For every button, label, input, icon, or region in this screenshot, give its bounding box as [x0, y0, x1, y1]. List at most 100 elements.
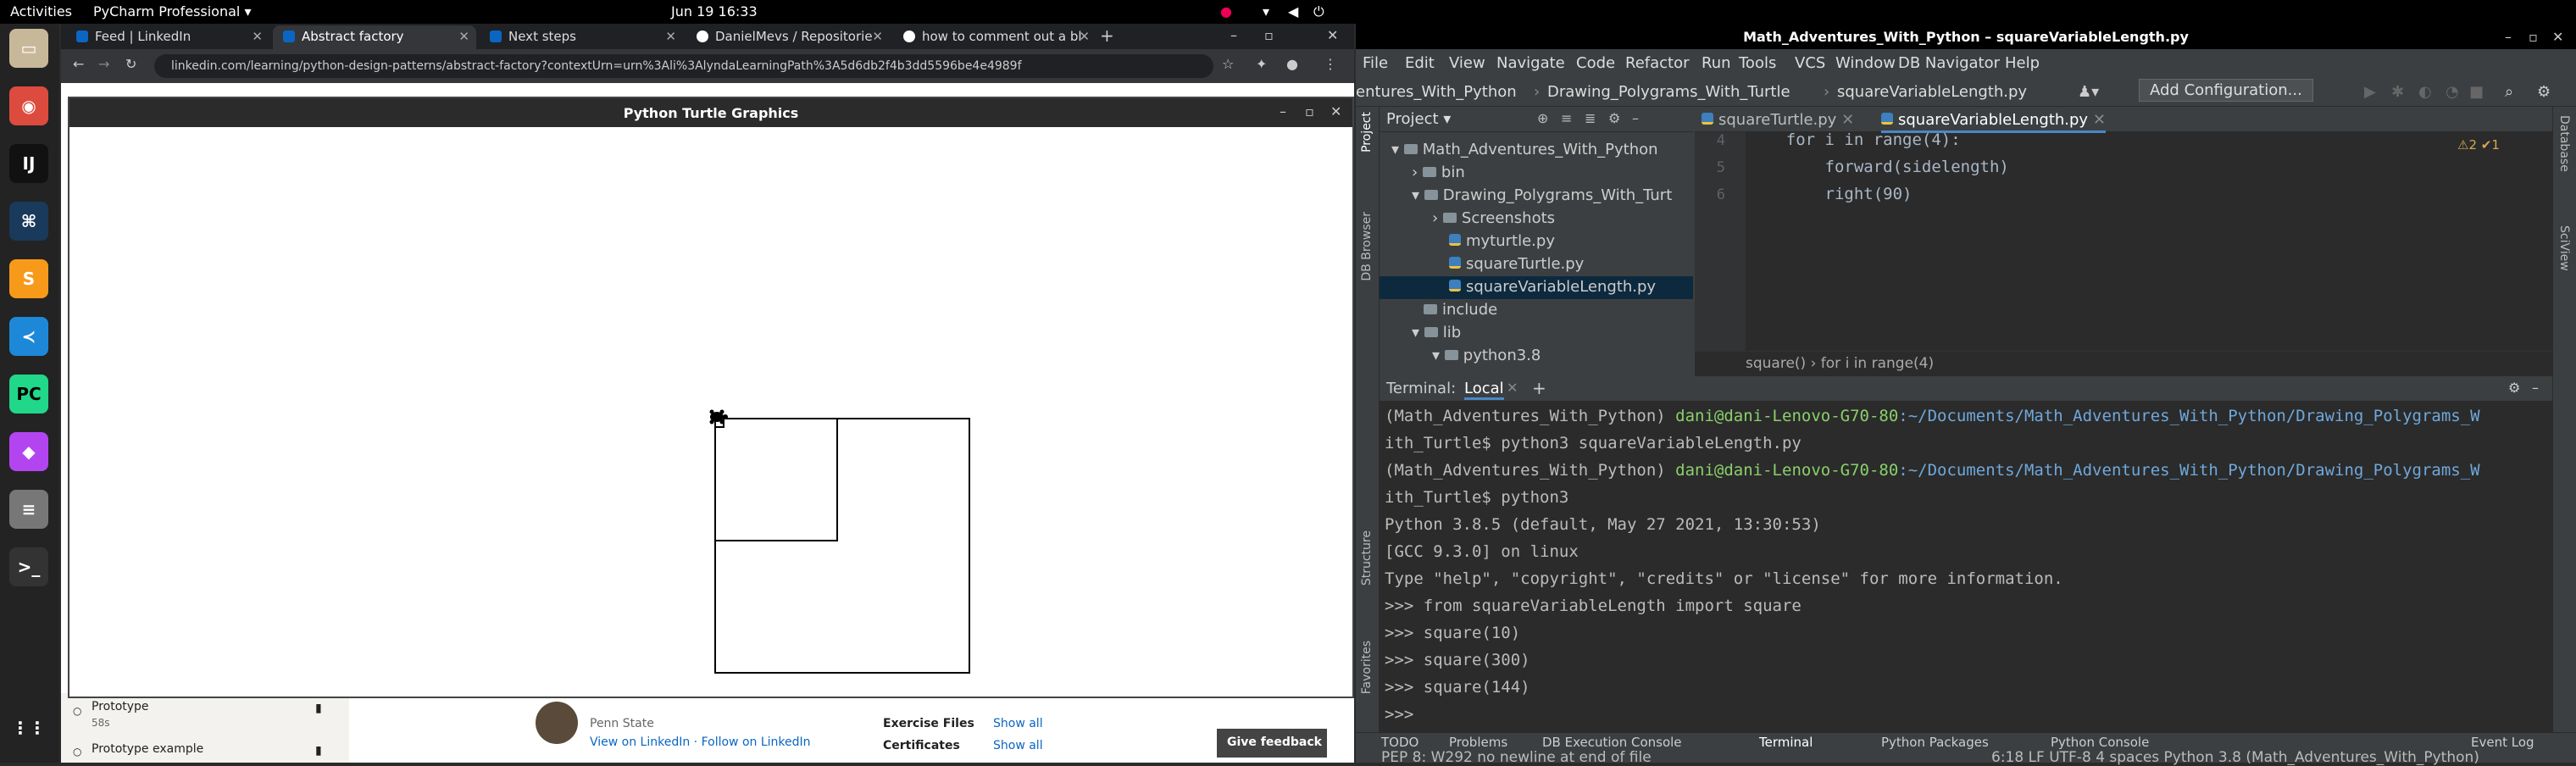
app-menu[interactable]: PyCharm Professional ▾: [93, 3, 251, 19]
settings-icon[interactable]: ⚙: [2537, 83, 2551, 101]
give-feedback-button[interactable]: Give feedback: [1217, 729, 1327, 758]
python-packages-tool-tab[interactable]: Python Packages: [1881, 735, 1989, 750]
terminal-icon[interactable]: >_: [9, 547, 48, 586]
tree-item[interactable]: myturtle.py: [1449, 232, 1555, 250]
extensions-icon[interactable]: ✦: [1256, 56, 1267, 72]
menu-view[interactable]: View: [1449, 54, 1485, 72]
tab-google[interactable]: how to comment out a bl ✕: [893, 25, 1096, 49]
minimize-icon[interactable]: –: [2505, 29, 2512, 45]
reload-icon[interactable]: ↻: [125, 56, 136, 72]
close-icon[interactable]: ✕: [1330, 103, 1341, 119]
collapse-all-icon[interactable]: ≣: [1585, 110, 1596, 126]
favorites-tool-tab[interactable]: Favorites: [1360, 641, 1374, 694]
close-icon[interactable]: ✕: [665, 29, 676, 44]
event-log-tool-tab[interactable]: Event Log: [2471, 735, 2534, 750]
pycharm-ce-icon[interactable]: ⌘: [9, 202, 48, 241]
files-icon[interactable]: ▭: [9, 29, 48, 68]
gear-icon[interactable]: ⚙: [2508, 380, 2520, 396]
menu-db-navigator[interactable]: DB Navigator: [1898, 54, 2000, 72]
debug-icon[interactable]: ✱: [2391, 83, 2404, 101]
inspection-widget[interactable]: ⚠2 ✔1: [2457, 137, 2500, 153]
project-tool-tab[interactable]: Project: [1360, 112, 1374, 153]
tab-feed[interactable]: Feed | LinkedIn ✕: [66, 25, 269, 49]
project-view-selector[interactable]: Project ▾: [1386, 110, 1451, 128]
db-browser-tool-tab[interactable]: DB Browser: [1360, 212, 1374, 281]
menu-vcs[interactable]: VCS: [1795, 54, 1825, 72]
chrome-icon[interactable]: ◉: [9, 86, 48, 125]
sciview-tool-tab[interactable]: SciView: [2557, 225, 2571, 271]
tree-item[interactable]: ▾ python3.8: [1432, 347, 1541, 364]
close-icon[interactable]: ✕: [2093, 111, 2106, 129]
database-icon[interactable]: ≡: [9, 490, 48, 529]
menu-code[interactable]: Code: [1576, 54, 1615, 72]
maximize-icon[interactable]: ▫: [1305, 103, 1314, 119]
maximize-icon[interactable]: ▫: [2529, 29, 2538, 45]
vscode-icon[interactable]: ≺: [9, 317, 48, 356]
code-line[interactable]: for i in range(4):: [1747, 130, 1961, 149]
terminal-tab-local[interactable]: Local: [1464, 380, 1504, 400]
todo-tool-tab[interactable]: TODO: [1381, 735, 1418, 750]
tree-item[interactable]: ▾ Drawing_Polygrams_With_Turt: [1412, 186, 1672, 204]
url-input[interactable]: linkedin.com/learning/python-design-patt…: [154, 54, 1213, 78]
structure-tool-tab[interactable]: Structure: [1360, 530, 1374, 586]
close-icon[interactable]: ✕: [872, 29, 883, 44]
menu-window[interactable]: Window: [1835, 54, 1896, 72]
close-icon[interactable]: ✕: [1507, 380, 1518, 396]
volume-icon[interactable]: ◀: [1288, 3, 1298, 19]
apps-grid-icon[interactable]: ⋮⋮: [9, 708, 48, 747]
menu-file[interactable]: File: [1363, 54, 1388, 72]
close-icon[interactable]: ✕: [2552, 29, 2563, 45]
menu-tools[interactable]: Tools: [1739, 54, 1776, 72]
hide-icon[interactable]: –: [2532, 380, 2539, 396]
search-icon[interactable]: ⌕: [2505, 83, 2513, 101]
python-console-tool-tab[interactable]: Python Console: [2051, 735, 2149, 750]
maximize-icon[interactable]: ▫: [1264, 27, 1274, 43]
forward-icon[interactable]: →: [98, 56, 109, 72]
wifi-icon[interactable]: ▾: [1263, 3, 1269, 19]
intellij-icon[interactable]: IJ: [9, 144, 48, 183]
bookmark-icon[interactable]: ▮: [315, 702, 322, 715]
tab-github[interactable]: DanielMevs / Repositorie ✕: [686, 25, 890, 49]
power-icon[interactable]: ⏻: [1313, 3, 1324, 20]
menu-help[interactable]: Help: [2005, 54, 2040, 72]
tree-item[interactable]: ▾ lib: [1412, 324, 1461, 341]
hide-icon[interactable]: –: [1632, 110, 1639, 126]
terminal-prompt[interactable]: >>>: [1385, 705, 1424, 724]
new-terminal-button[interactable]: +: [1532, 378, 1546, 398]
menu-refactor[interactable]: Refactor: [1625, 54, 1690, 72]
run-icon[interactable]: ▶: [2364, 83, 2376, 101]
show-all-link[interactable]: Show all: [993, 739, 1043, 752]
clock[interactable]: Jun 19 16:33: [671, 3, 758, 19]
gear-icon[interactable]: ⚙: [1608, 110, 1620, 126]
tree-item[interactable]: squareTurtle.py: [1449, 255, 1584, 273]
minimize-icon[interactable]: –: [1230, 27, 1237, 43]
turtle-canvas[interactable]: [75, 129, 1349, 693]
tree-item[interactable]: › bin: [1412, 164, 1465, 181]
profile-run-icon[interactable]: ◔: [2446, 83, 2459, 101]
tree-item[interactable]: include: [1424, 301, 1497, 319]
profile-icon[interactable]: ●: [1286, 56, 1298, 72]
back-icon[interactable]: ←: [73, 56, 84, 72]
breadcrumb-project[interactable]: entures_With_Python: [1356, 83, 1517, 101]
code-line[interactable]: forward(sidelength): [1747, 158, 2009, 176]
minimize-icon[interactable]: –: [1280, 103, 1286, 119]
activities-button[interactable]: Activities: [10, 3, 72, 19]
author-links[interactable]: View on LinkedIn · Follow on LinkedIn: [590, 735, 811, 749]
radio-icon[interactable]: ○: [73, 705, 81, 717]
menu-edit[interactable]: Edit: [1405, 54, 1435, 72]
vcs-user-icon[interactable]: ♟▾: [2078, 83, 2099, 101]
radio-icon[interactable]: ○: [73, 746, 81, 758]
breadcrumb-folder[interactable]: Drawing_Polygrams_With_Turtle: [1547, 83, 1790, 101]
close-icon[interactable]: ✕: [1079, 29, 1090, 44]
course-item-title[interactable]: Prototype example: [92, 742, 203, 756]
status-message[interactable]: PEP 8: W292 no newline at end of file: [1381, 749, 1652, 766]
close-window-icon[interactable]: ✕: [1327, 27, 1338, 43]
tree-item[interactable]: ▾ Math_Adventures_With_Python: [1391, 141, 1658, 158]
coverage-icon[interactable]: ◐: [2418, 83, 2432, 101]
bookmark-star-icon[interactable]: ☆: [1222, 56, 1234, 72]
stop-icon[interactable]: ■: [2469, 83, 2484, 101]
close-icon[interactable]: ✕: [458, 29, 469, 44]
bookmark-icon[interactable]: ▮: [315, 744, 322, 758]
chrome-menu-icon[interactable]: ⋮: [1324, 56, 1337, 72]
phpstorm-icon[interactable]: ◆: [9, 432, 48, 471]
